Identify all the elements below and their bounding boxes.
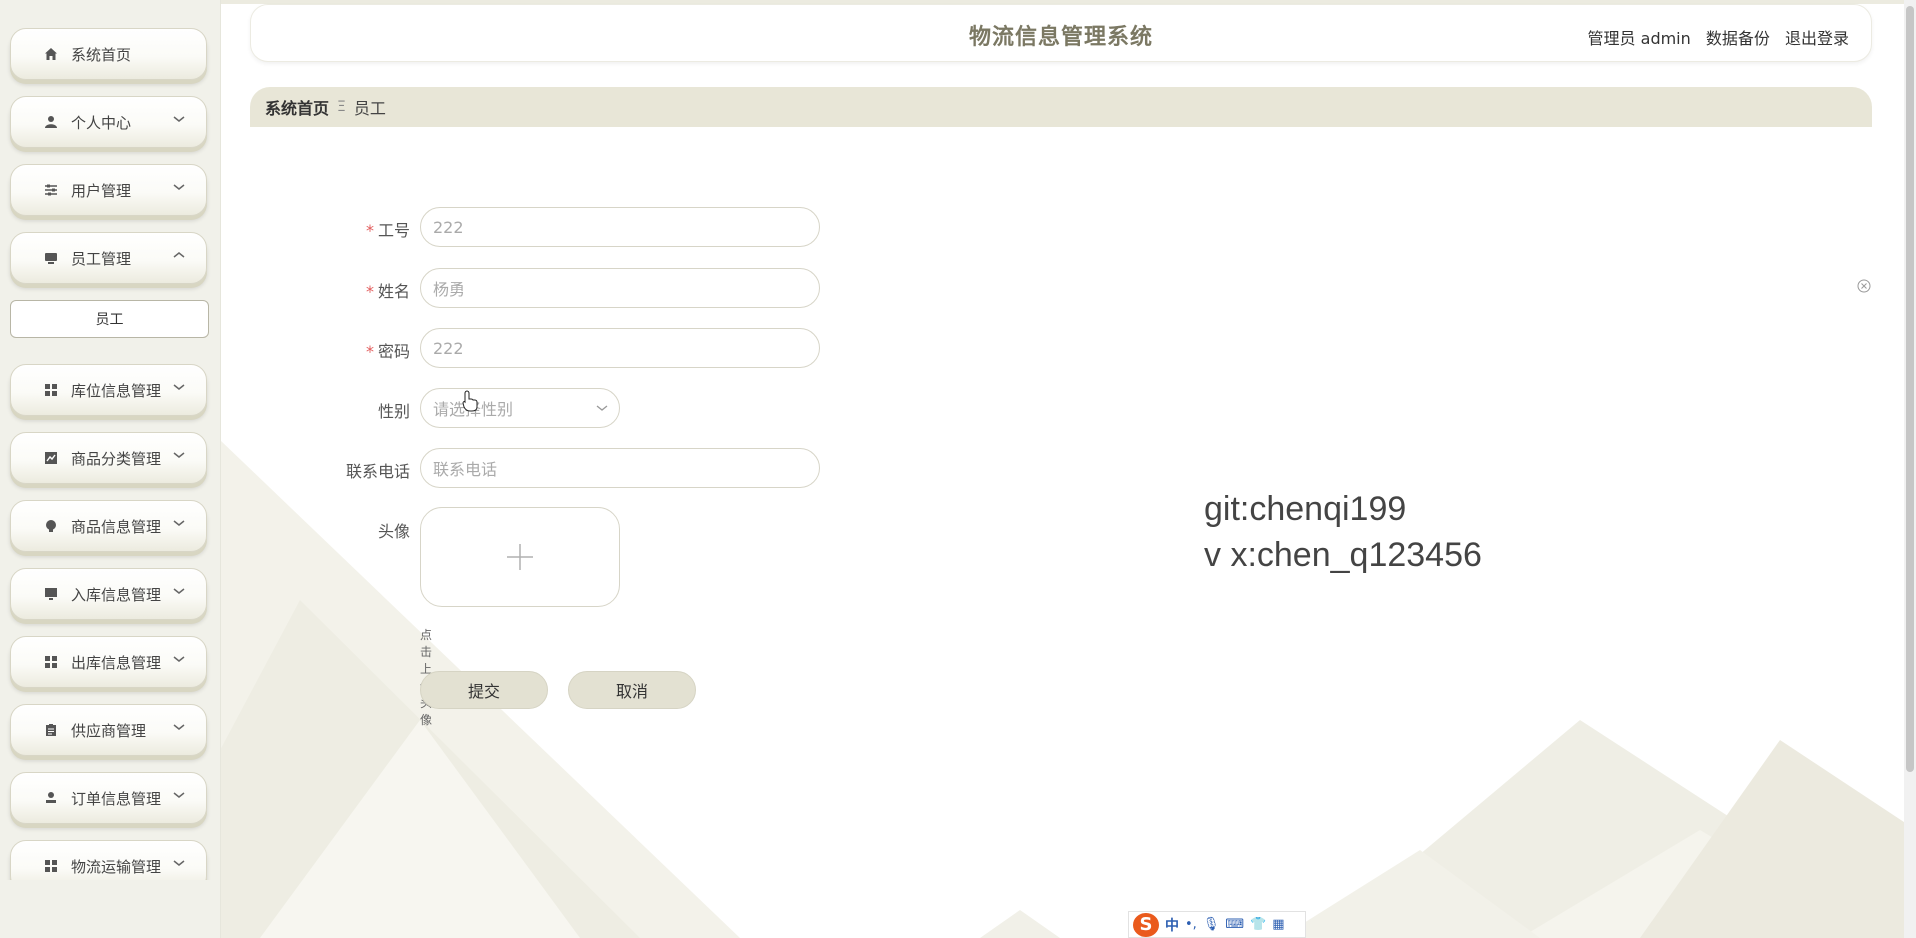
ime-logo-icon: S (1133, 912, 1159, 937)
grid-icon (43, 858, 59, 874)
grid-icon (43, 382, 59, 398)
gender-select[interactable]: 请选择性别 (420, 388, 620, 428)
desktop-icon (43, 586, 59, 602)
sidebar-bottom-mask (0, 880, 220, 938)
chevron-down-icon (173, 520, 185, 526)
sidebar-item-storage-location[interactable]: 库位信息管理 (10, 364, 209, 420)
sidebar-item-home[interactable]: 系统首页 (10, 28, 209, 84)
ime-toolbar[interactable]: S 中 •, 🎙 ⌨ 👕 ▦ (1128, 911, 1306, 938)
top-header: 物流信息管理系统 管理员 admin 数据备份 退出登录 (250, 4, 1872, 62)
sidebar-item-goods[interactable]: 商品信息管理 (10, 500, 209, 556)
scrollbar-thumb[interactable] (1906, 6, 1914, 772)
logout-link[interactable]: 退出登录 (1785, 29, 1849, 48)
sidebar-item-label: 入库信息管理 (71, 585, 162, 604)
sidebar-item-users[interactable]: 用户管理 (10, 164, 209, 220)
bulb-icon (43, 518, 59, 534)
skin-icon[interactable]: 👕 (1250, 917, 1266, 932)
close-circle-icon[interactable] (1857, 279, 1871, 293)
sidebar-item-supplier[interactable]: 供应商管理 (10, 704, 209, 760)
ime-language-indicator[interactable]: 中 (1165, 915, 1179, 935)
name-input[interactable]: 杨勇 (420, 268, 820, 308)
sidebar-subitem-employee[interactable]: 员工 (10, 300, 209, 338)
sidebar-item-label: 系统首页 (71, 45, 132, 64)
sidebar-item-label: 出库信息管理 (71, 653, 162, 672)
sidebar-item-personal[interactable]: 个人中心 (10, 96, 209, 152)
chevron-down-icon (173, 724, 185, 730)
chevron-down-icon (173, 452, 185, 458)
sidebar-item-label: 商品信息管理 (71, 517, 162, 536)
name-label: * 姓名 (365, 282, 410, 301)
chevron-down-icon (173, 860, 185, 866)
required-mark: * (365, 221, 374, 240)
gender-label: 性别 (377, 402, 410, 421)
punctuation-icon[interactable]: •, (1185, 917, 1197, 932)
sidebar-item-category[interactable]: 商品分类管理 (10, 432, 209, 488)
password-input[interactable]: 222 (420, 328, 820, 368)
home-icon (43, 46, 59, 62)
job-no-label: * 工号 (365, 221, 410, 240)
plus-icon (507, 544, 533, 570)
chevron-down-icon (173, 588, 185, 594)
page-scrollbar[interactable] (1904, 0, 1916, 938)
apps-icon[interactable]: ▦ (1272, 917, 1284, 932)
sidebar-item-label: 个人中心 (71, 113, 132, 132)
chevron-down-icon (173, 116, 185, 122)
phone-label: 联系电话 (345, 462, 410, 481)
microphone-icon[interactable]: 🎙 (1203, 917, 1220, 932)
sliders-icon (43, 182, 59, 198)
sidebar-item-label: 供应商管理 (71, 721, 147, 740)
hand-cursor-icon (462, 390, 478, 412)
sidebar-item-label: 库位信息管理 (71, 381, 162, 400)
person-icon (43, 790, 59, 806)
breadcrumb-current: 员工 (353, 99, 386, 118)
grid-icon (43, 654, 59, 670)
sidebar-item-label: 订单信息管理 (71, 789, 162, 808)
user-icon (43, 114, 59, 130)
header-actions: 管理员 admin 数据备份 退出登录 (1578, 25, 1849, 49)
sidebar-item-outbound[interactable]: 出库信息管理 (10, 636, 209, 692)
clipboard-icon (43, 722, 59, 738)
sidebar-item-label: 物流运输管理 (71, 857, 162, 876)
chevron-up-icon (173, 252, 185, 258)
breadcrumb: 系统首页 Ξ 员工 (250, 87, 1872, 127)
backup-link[interactable]: 数据备份 (1706, 29, 1770, 48)
chevron-down-icon (173, 792, 185, 798)
phone-input[interactable]: 联系电话 (420, 448, 820, 488)
sidebar: 系统首页 个人中心 用户管理 员工管理 员工 库位信息管理 商品分类管理 商品信… (0, 0, 221, 938)
job-no-input[interactable]: 222 (420, 207, 820, 247)
monitor-icon (43, 250, 59, 266)
sidebar-item-label: 员工管理 (71, 249, 132, 268)
required-mark: * (365, 342, 374, 361)
chevron-down-icon (173, 656, 185, 662)
avatar-label: 头像 (377, 522, 410, 541)
cancel-button[interactable]: 取消 (568, 671, 696, 709)
breadcrumb-home[interactable]: 系统首页 (265, 95, 329, 119)
password-label: * 密码 (365, 342, 410, 361)
sidebar-item-orders[interactable]: 订单信息管理 (10, 772, 209, 828)
watermark-line-1: git:chenqi199 (1204, 490, 1407, 528)
watermark-line-2: v x:chen_q123456 (1204, 536, 1482, 574)
watermark-text: git:chenqi199 v x:chen_q123456 (1204, 486, 1482, 578)
sidebar-item-employees[interactable]: 员工管理 (10, 232, 209, 288)
keyboard-icon[interactable]: ⌨ (1225, 917, 1244, 932)
breadcrumb-separator-icon: Ξ (337, 99, 346, 115)
sidebar-item-label: 商品分类管理 (71, 449, 162, 468)
chevron-down-icon (173, 384, 185, 390)
required-mark: * (365, 282, 374, 301)
chart-icon (43, 450, 59, 466)
admin-user-label: 管理员 admin (1587, 29, 1691, 48)
chevron-down-icon (596, 405, 608, 411)
sidebar-item-inbound[interactable]: 入库信息管理 (10, 568, 209, 624)
chevron-down-icon (173, 184, 185, 190)
avatar-upload[interactable] (420, 507, 620, 607)
submit-button[interactable]: 提交 (420, 671, 548, 709)
sidebar-item-label: 用户管理 (71, 181, 132, 200)
